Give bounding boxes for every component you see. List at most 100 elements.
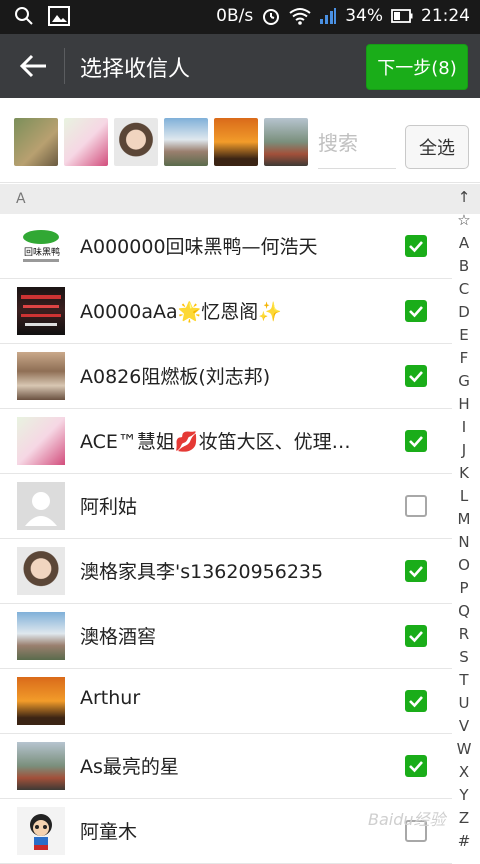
contact-checkbox[interactable] xyxy=(405,235,427,257)
check-icon xyxy=(409,436,423,448)
page-title: 选择收信人 xyxy=(80,57,191,82)
status-left-icons xyxy=(14,6,70,26)
status-bar: 0B/s 34% 21:24 xyxy=(0,0,480,34)
svg-text:回味黑鸭: 回味黑鸭 xyxy=(24,246,60,258)
index-letter[interactable]: Y xyxy=(459,784,468,807)
index-letter[interactable]: Q xyxy=(458,600,470,623)
contact-checkbox[interactable] xyxy=(405,690,427,712)
contact-avatar: 回味黑鸭 xyxy=(17,222,65,270)
alarm-icon xyxy=(263,9,280,25)
selected-avatar[interactable] xyxy=(114,118,158,166)
contact-avatar xyxy=(17,807,65,855)
index-letter[interactable]: I xyxy=(462,416,466,439)
alphabet-index[interactable]: ↑ ☆ A B C D E F G H I J K L M N O P Q R S T U V W X Y Z # xyxy=(452,186,476,853)
contact-name: ACE™慧姐💋妆笛大区、优理… xyxy=(80,431,351,453)
contact-row[interactable]: ACE™慧姐💋妆笛大区、优理… xyxy=(0,409,452,474)
title-divider xyxy=(64,48,65,84)
index-letter[interactable]: J xyxy=(462,439,466,462)
contact-avatar xyxy=(17,677,65,725)
index-letter[interactable]: G xyxy=(458,370,470,393)
contact-avatar xyxy=(17,482,65,530)
contact-checkbox[interactable] xyxy=(405,560,427,582)
contact-avatar xyxy=(17,547,65,595)
index-letter[interactable]: W xyxy=(457,738,472,761)
contact-row[interactable]: A0000aAa🌟忆恩阁✨ xyxy=(0,279,452,344)
status-right: 0B/s 34% 21:24 xyxy=(216,6,470,26)
index-letter[interactable]: M xyxy=(458,508,471,531)
contact-avatar xyxy=(17,742,65,790)
index-letter[interactable]: C xyxy=(459,278,469,301)
check-icon xyxy=(409,241,423,253)
contact-name: 阿利姑 xyxy=(80,496,138,518)
contact-name: A0000aAa🌟忆恩阁✨ xyxy=(80,301,282,323)
contact-avatar xyxy=(17,287,65,335)
check-icon xyxy=(409,631,423,643)
index-letter[interactable]: R xyxy=(459,623,469,646)
index-letter[interactable]: # xyxy=(458,830,471,853)
next-step-button[interactable]: 下一步(8) xyxy=(366,44,468,90)
index-letter[interactable]: K xyxy=(459,462,469,485)
index-letter[interactable]: N xyxy=(458,531,469,554)
index-letter[interactable]: B xyxy=(459,255,469,278)
gallery-icon xyxy=(48,6,70,26)
network-speed: 0B/s xyxy=(216,6,254,26)
index-letter[interactable]: A xyxy=(459,232,469,255)
watermark: Baidu经验 xyxy=(368,810,446,829)
contact-row[interactable]: As最亮的星 xyxy=(0,734,452,799)
contact-row[interactable]: A0826阻燃板(刘志邦) xyxy=(0,344,452,409)
index-letter[interactable]: O xyxy=(458,554,470,577)
selected-avatar[interactable] xyxy=(214,118,258,166)
index-letter[interactable]: L xyxy=(460,485,468,508)
contact-avatar xyxy=(17,612,65,660)
select-all-button[interactable]: 全选 xyxy=(405,125,469,169)
contact-checkbox[interactable] xyxy=(405,300,427,322)
contact-name: Arthur xyxy=(80,687,141,709)
index-letter[interactable]: T xyxy=(459,669,468,692)
contact-row[interactable]: 澳格酒窖 xyxy=(0,604,452,669)
check-icon xyxy=(409,761,423,773)
contact-checkbox[interactable] xyxy=(405,365,427,387)
app-bar: 选择收信人 下一步(8) xyxy=(0,34,480,98)
index-letter[interactable]: F xyxy=(460,347,469,370)
index-letter[interactable]: S xyxy=(459,646,469,669)
index-letter[interactable]: Z xyxy=(459,807,469,830)
contact-list: 回味黑鸭 A000000回味黑鸭—何浩天 A0000aAa🌟忆恩阁✨ A0826… xyxy=(0,214,452,864)
index-letter[interactable]: E xyxy=(459,324,468,347)
contact-checkbox[interactable] xyxy=(405,625,427,647)
check-icon xyxy=(409,306,423,318)
section-header: A xyxy=(0,184,480,214)
index-letter[interactable]: P xyxy=(459,577,468,600)
contact-checkbox[interactable] xyxy=(405,430,427,452)
index-letter[interactable]: X xyxy=(459,761,469,784)
contact-row[interactable]: 回味黑鸭 A000000回味黑鸭—何浩天 xyxy=(0,214,452,279)
contact-name: 澳格家具李's13620956235 xyxy=(80,561,324,583)
clock: 21:24 xyxy=(421,6,470,26)
back-arrow-icon[interactable] xyxy=(18,50,50,82)
index-letter[interactable]: V xyxy=(459,715,469,738)
search-input[interactable]: 搜索 xyxy=(318,120,396,169)
selected-avatar[interactable] xyxy=(264,118,308,166)
index-letter[interactable]: D xyxy=(458,301,470,324)
index-letter[interactable]: ☆ xyxy=(457,209,470,232)
contact-name: 阿童木 xyxy=(80,821,138,843)
contact-row[interactable]: 阿利姑 xyxy=(0,474,452,539)
contact-avatar xyxy=(17,417,65,465)
contact-checkbox[interactable] xyxy=(405,495,427,517)
selected-avatar[interactable] xyxy=(164,118,208,166)
check-icon xyxy=(409,566,423,578)
selected-avatar[interactable] xyxy=(14,118,58,166)
contact-row[interactable]: Arthur xyxy=(0,669,452,734)
contact-name: 澳格酒窖 xyxy=(80,626,157,648)
check-icon xyxy=(409,696,423,708)
selected-avatar[interactable] xyxy=(64,118,108,166)
index-letter[interactable]: ↑ xyxy=(458,186,471,209)
selected-thumbnails xyxy=(14,118,308,166)
signal-icon xyxy=(320,8,337,24)
contact-avatar xyxy=(17,352,65,400)
index-letter[interactable]: H xyxy=(458,393,469,416)
contact-checkbox[interactable] xyxy=(405,755,427,777)
battery-percent: 34% xyxy=(345,6,383,26)
index-letter[interactable]: U xyxy=(459,692,470,715)
selected-contacts-bar: 搜索 全选 xyxy=(0,98,480,183)
contact-row[interactable]: 澳格家具李's13620956235 xyxy=(0,539,452,604)
